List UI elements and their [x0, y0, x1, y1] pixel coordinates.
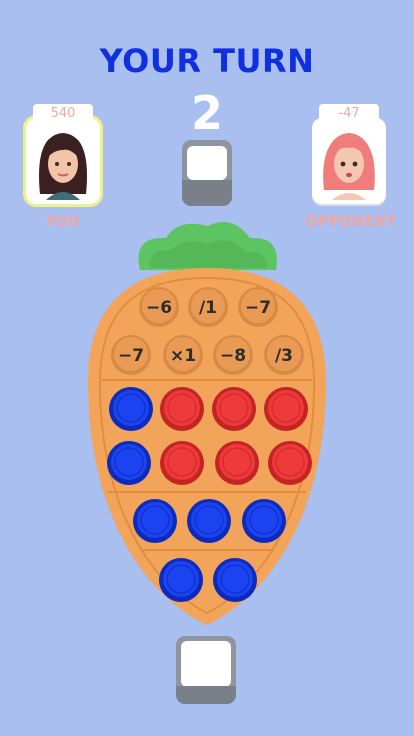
operation-token[interactable]: −6: [139, 287, 179, 327]
bubble-red[interactable]: [160, 387, 204, 431]
bubble-blue[interactable]: [187, 499, 231, 543]
operation-token[interactable]: −8: [213, 335, 253, 375]
operation-label: −6: [146, 298, 172, 318]
operation-token[interactable]: −7: [111, 335, 151, 375]
bubble-blue[interactable]: [107, 441, 151, 485]
carrot-leaves-icon: [138, 222, 277, 270]
player-hole: [176, 636, 236, 704]
operation-token[interactable]: −7: [238, 287, 278, 327]
bubble-red[interactable]: [268, 441, 312, 485]
bubble-blue[interactable]: [213, 558, 257, 602]
game-board: −6/1 −7 −7 ×1 −8/3: [87, 222, 327, 625]
bubble-blue[interactable]: [159, 558, 203, 602]
bubble-red[interactable]: [212, 387, 256, 431]
operation-label: −7: [118, 346, 144, 366]
operation-token[interactable]: /3: [264, 335, 304, 375]
operation-token[interactable]: /1: [188, 287, 228, 327]
operation-label: −8: [220, 346, 246, 366]
operation-label: −7: [245, 298, 271, 318]
operation-token[interactable]: ×1: [163, 335, 203, 375]
bubble-red[interactable]: [215, 441, 259, 485]
operation-label: ×1: [170, 346, 196, 366]
bubble-blue[interactable]: [242, 499, 286, 543]
bubble-blue[interactable]: [109, 387, 153, 431]
bubble-red[interactable]: [160, 441, 204, 485]
bubble-blue[interactable]: [133, 499, 177, 543]
operation-label: /3: [275, 346, 293, 366]
bubble-red[interactable]: [264, 387, 308, 431]
operation-label: /1: [199, 298, 217, 318]
